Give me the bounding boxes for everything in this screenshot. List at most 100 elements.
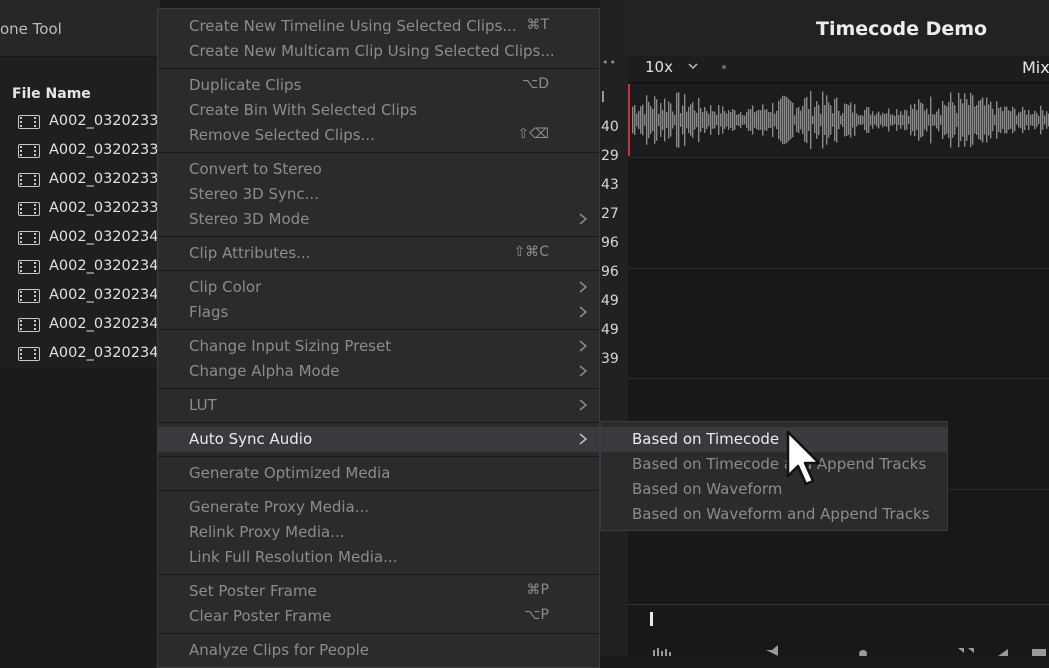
menu-item-label: Link Full Resolution Media... xyxy=(189,548,398,566)
menu-item-create-bin[interactable]: Create Bin With Selected Clips xyxy=(158,98,599,123)
partial-column-values: l 40 29 43 27 96 96 49 49 39 xyxy=(600,84,628,374)
chevron-down-icon[interactable] xyxy=(686,59,700,73)
list-item[interactable]: A002_03202347 xyxy=(0,340,168,369)
list-item[interactable]: A002_03202346 xyxy=(0,311,168,340)
list-item[interactable]: A002_03202342 xyxy=(0,253,168,282)
menu-separator xyxy=(158,422,599,423)
submenu-item-based-on-waveform[interactable]: Based on Waveform xyxy=(601,477,947,502)
waveform-sample xyxy=(720,113,722,127)
waveform-sample xyxy=(648,101,650,139)
menu-item-remove-selected-clips[interactable]: Remove Selected Clips... ⇧⌫ xyxy=(158,123,599,148)
menu-item-label: Remove Selected Clips... xyxy=(189,126,375,144)
waveform-sample xyxy=(974,106,976,134)
cell-value: 29 xyxy=(601,148,619,164)
menu-item-clip-attributes[interactable]: Clip Attributes... ⇧⌘C xyxy=(158,241,599,266)
waveform-sample xyxy=(912,108,914,132)
waveform-sample xyxy=(924,110,926,130)
menu-item-convert-to-stereo[interactable]: Convert to Stereo xyxy=(158,157,599,182)
waveform-sample xyxy=(882,112,884,128)
mix-label[interactable]: Mix xyxy=(1022,58,1049,77)
list-item[interactable]: A002_03202337 xyxy=(0,137,168,166)
waveform-sample xyxy=(708,113,710,127)
scrub-bar[interactable] xyxy=(628,604,1049,605)
waveform-sample xyxy=(672,111,674,129)
menu-item-stereo-3d-mode[interactable]: Stereo 3D Mode xyxy=(158,207,599,232)
menu-item-create-new-multicam-clip[interactable]: Create New Multicam Clip Using Selected … xyxy=(158,39,599,64)
waveform-sample xyxy=(946,106,948,134)
menu-item-change-alpha-mode[interactable]: Change Alpha Mode xyxy=(158,359,599,384)
waveform-sample xyxy=(674,114,676,126)
waveform-sample xyxy=(712,111,714,129)
film-strip-icon xyxy=(18,260,40,274)
waveform-sample xyxy=(954,105,956,135)
menu-item-auto-sync-audio[interactable]: Auto Sync Audio xyxy=(158,427,599,452)
menu-item-clip-color[interactable]: Clip Color xyxy=(158,275,599,300)
more-options-icon[interactable]: •• xyxy=(602,56,617,69)
waveform-sample xyxy=(768,111,770,129)
waveform-sample xyxy=(1016,115,1018,125)
waveform-sample xyxy=(812,115,814,125)
menu-item-clear-poster-frame[interactable]: Clear Poster Frame ⌥P xyxy=(158,604,599,629)
submenu-item-timecode-append-tracks[interactable]: Based on Timecode and Append Tracks xyxy=(601,452,947,477)
waveform-sample xyxy=(636,113,638,127)
waveform-sample xyxy=(1036,112,1038,128)
waveform-sample xyxy=(688,106,690,134)
menu-separator xyxy=(158,68,599,69)
waveform-sample xyxy=(868,107,870,133)
list-item[interactable]: A002_03202344 xyxy=(0,282,168,311)
waveform-sample xyxy=(1014,108,1016,132)
menu-item-set-poster-frame[interactable]: Set Poster Frame ⌘P xyxy=(158,579,599,604)
waveform-sample xyxy=(1030,114,1032,126)
menu-item-create-new-timeline[interactable]: Create New Timeline Using Selected Clips… xyxy=(158,14,599,39)
menu-item-stereo-3d-sync[interactable]: Stereo 3D Sync... xyxy=(158,182,599,207)
menu-item-change-input-sizing-preset[interactable]: Change Input Sizing Preset xyxy=(158,334,599,359)
waveform-sample xyxy=(660,103,662,137)
waveform-sample xyxy=(698,97,700,143)
cell-value: 27 xyxy=(601,206,619,222)
menu-separator xyxy=(158,329,599,330)
menu-separator xyxy=(158,456,599,457)
menu-item-generate-optimized-media[interactable]: Generate Optimized Media xyxy=(158,461,599,486)
column-header-file-name[interactable]: File Name xyxy=(12,86,91,102)
waveform-sample xyxy=(980,99,982,141)
list-item[interactable]: A002_03202335 xyxy=(0,108,168,137)
waveform-sample xyxy=(990,101,992,139)
waveform-sample xyxy=(762,104,764,136)
chevron-right-icon xyxy=(579,399,588,411)
list-item[interactable]: A002_03202338 xyxy=(0,166,168,195)
file-name: A002_03202339 xyxy=(49,200,168,216)
menu-item-label: Change Alpha Mode xyxy=(189,362,340,380)
submenu-item-label: Based on Waveform and Append Tracks xyxy=(632,505,930,523)
waveform-sample xyxy=(646,95,648,145)
waveform-sample xyxy=(824,104,826,136)
audio-waveform[interactable] xyxy=(628,84,1049,156)
menu-item-flags[interactable]: Flags xyxy=(158,300,599,325)
chevron-right-icon xyxy=(579,213,588,225)
list-item[interactable]: A002_03202341 xyxy=(0,224,168,253)
menu-item-link-full-resolution-media[interactable]: Link Full Resolution Media... xyxy=(158,545,599,570)
waveform-sample xyxy=(760,110,762,130)
waveform-sample xyxy=(774,113,776,127)
file-name: A002_03202346 xyxy=(49,316,168,332)
waveform-sample xyxy=(910,104,912,136)
waveform-sample xyxy=(1020,111,1022,129)
menu-item-relink-proxy-media[interactable]: Relink Proxy Media... xyxy=(158,520,599,545)
waveform-sample xyxy=(842,113,844,127)
menu-item-analyze-clips-for-people[interactable]: Analyze Clips for People xyxy=(158,638,599,663)
menu-item-label: Duplicate Clips xyxy=(189,76,302,94)
waveform-sample xyxy=(992,108,994,132)
waveform-sample xyxy=(832,113,834,127)
menu-item-lut[interactable]: LUT xyxy=(158,393,599,418)
submenu-item-waveform-append-tracks[interactable]: Based on Waveform and Append Tracks xyxy=(601,502,947,527)
waveform-sample xyxy=(986,97,988,143)
menu-item-generate-proxy-media[interactable]: Generate Proxy Media... xyxy=(158,495,599,520)
submenu-item-based-on-timecode[interactable]: Based on Timecode xyxy=(601,427,947,452)
list-item[interactable]: A002_03202339 xyxy=(0,195,168,224)
playhead-handle[interactable] xyxy=(650,612,653,626)
zoom-select[interactable]: 10x xyxy=(645,58,673,76)
menu-item-label: Analyze Clips for People xyxy=(189,641,370,659)
waveform-sample xyxy=(854,104,856,136)
film-strip-icon xyxy=(18,173,40,187)
waveform-sample xyxy=(798,107,800,133)
menu-item-duplicate-clips[interactable]: Duplicate Clips ⌥D xyxy=(158,73,599,98)
